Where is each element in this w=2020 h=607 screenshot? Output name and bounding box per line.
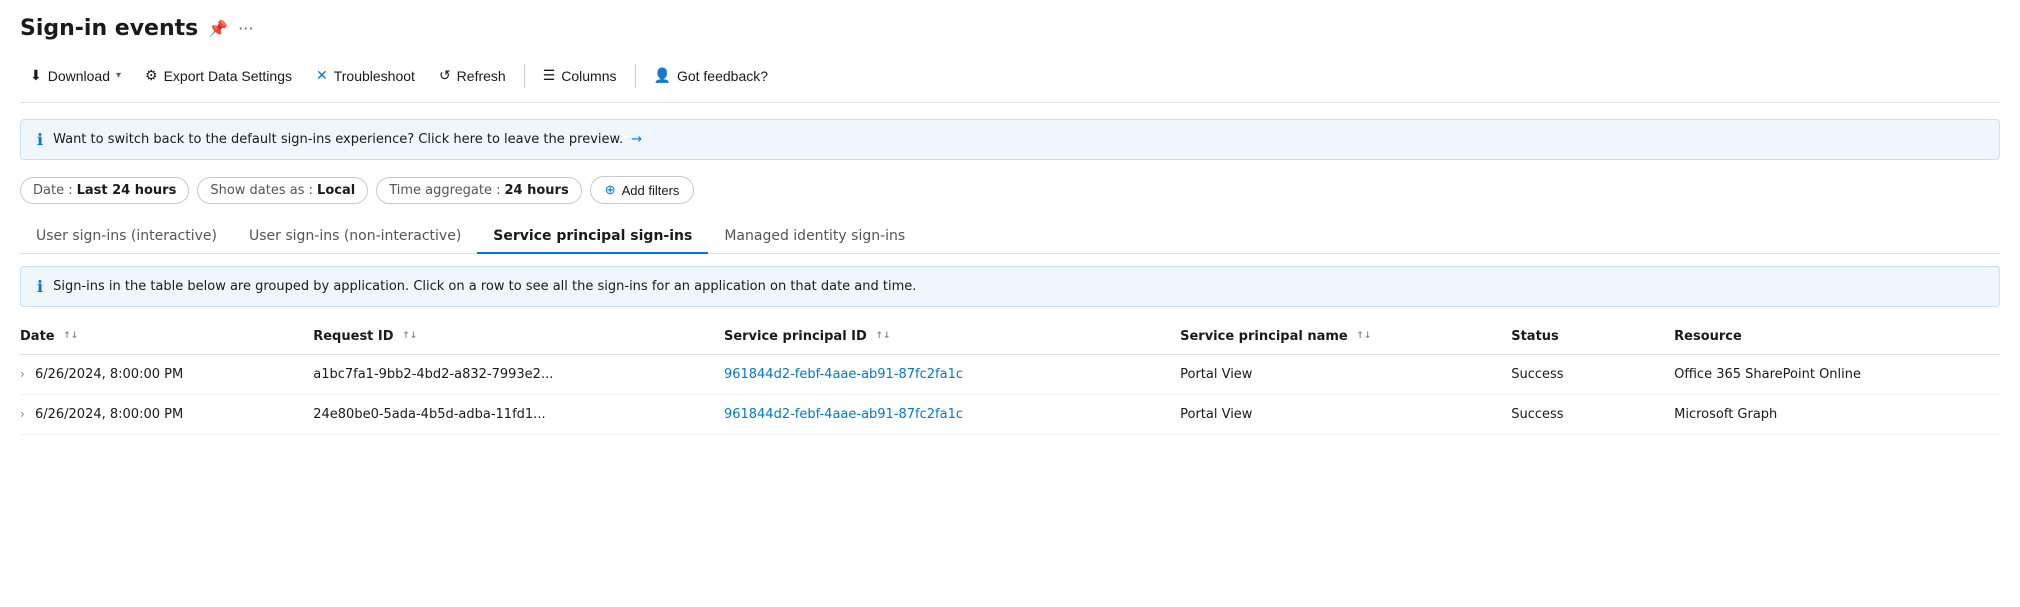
toolbar-divider xyxy=(524,64,525,88)
troubleshoot-icon: ✕ xyxy=(316,67,328,84)
cell-request-id: a1bc7fa1-9bb2-4bd2-a832-7993e2... xyxy=(313,355,724,395)
toolbar-divider-2 xyxy=(635,64,636,88)
page-title: Sign-in events xyxy=(20,16,198,41)
export-label: Export Data Settings xyxy=(164,68,292,84)
columns-label: Columns xyxy=(561,68,616,84)
cell-service-principal-name: Portal View xyxy=(1180,355,1511,395)
feedback-icon: 👤 xyxy=(654,67,671,84)
show-dates-filter-value: Local xyxy=(317,183,355,198)
show-dates-filter-chip[interactable]: Show dates as : Local xyxy=(197,177,368,204)
add-filters-button[interactable]: ⊕ Add filters xyxy=(590,176,695,204)
columns-button[interactable]: ☰ Columns xyxy=(533,61,627,90)
date-filter-value: Last 24 hours xyxy=(77,183,177,198)
download-button[interactable]: ⬇ Download ▾ xyxy=(20,61,131,90)
leave-preview-link[interactable]: → xyxy=(627,132,642,147)
th-date[interactable]: Date ↑↓ xyxy=(20,319,313,355)
time-aggregate-filter-value: 24 hours xyxy=(505,183,569,198)
service-principal-name-value: Portal View xyxy=(1180,367,1252,382)
filter-bar: Date : Last 24 hours Show dates as : Loc… xyxy=(20,176,2000,204)
pin-icon[interactable]: 📌 xyxy=(208,19,228,38)
tabs: User sign-ins (interactive) User sign-in… xyxy=(20,220,2000,254)
show-dates-filter-label: Show dates as : xyxy=(210,183,313,198)
tab-service-principal[interactable]: Service principal sign-ins xyxy=(477,220,708,254)
cell-resource: Microsoft Graph xyxy=(1674,395,2000,435)
date-filter-label: Date : xyxy=(33,183,73,198)
download-chevron: ▾ xyxy=(116,70,121,81)
date-value: 6/26/2024, 8:00:00 PM xyxy=(35,407,183,422)
expand-icon[interactable]: › xyxy=(20,367,25,381)
feedback-button[interactable]: 👤 Got feedback? xyxy=(644,61,779,90)
cell-date: › 6/26/2024, 8:00:00 PM xyxy=(20,395,313,435)
refresh-button[interactable]: ↺ Refresh xyxy=(429,61,516,90)
date-value: 6/26/2024, 8:00:00 PM xyxy=(35,367,183,382)
service-principal-id-link[interactable]: 961844d2-febf-4aae-ab91-87fc2fa1c xyxy=(724,407,963,422)
refresh-icon: ↺ xyxy=(439,67,451,84)
download-icon: ⬇ xyxy=(30,67,42,84)
expand-icon[interactable]: › xyxy=(20,407,25,421)
table-row[interactable]: › 6/26/2024, 8:00:00 PM 24e80be0-5ada-4b… xyxy=(20,395,2000,435)
th-service-principal-name[interactable]: Service principal name ↑↓ xyxy=(1180,319,1511,355)
th-service-principal-id[interactable]: Service principal ID ↑↓ xyxy=(724,319,1180,355)
cell-request-id: 24e80be0-5ada-4b5d-adba-11fd1... xyxy=(313,395,724,435)
troubleshoot-button[interactable]: ✕ Troubleshoot xyxy=(306,61,425,90)
cell-date: › 6/26/2024, 8:00:00 PM xyxy=(20,355,313,395)
service-principal-name-value: Portal View xyxy=(1180,407,1252,422)
page-header: Sign-in events 📌 ··· xyxy=(20,16,2000,41)
th-resource[interactable]: Resource xyxy=(1674,319,2000,355)
cell-service-principal-name: Portal View xyxy=(1180,395,1511,435)
tab-non-interactive[interactable]: User sign-ins (non-interactive) xyxy=(233,220,477,254)
arrow-icon: → xyxy=(631,132,642,147)
cell-resource: Office 365 SharePoint Online xyxy=(1674,355,2000,395)
cell-service-principal-id: 961844d2-febf-4aae-ab91-87fc2fa1c xyxy=(724,355,1180,395)
request-id-value: 24e80be0-5ada-4b5d-adba-11fd1... xyxy=(313,407,545,422)
columns-icon: ☰ xyxy=(543,67,556,84)
date-filter-chip[interactable]: Date : Last 24 hours xyxy=(20,177,189,204)
request-id-value: a1bc7fa1-9bb2-4bd2-a832-7993e2... xyxy=(313,367,553,382)
troubleshoot-label: Troubleshoot xyxy=(334,68,415,84)
info-icon: ℹ xyxy=(37,130,43,149)
download-label: Download xyxy=(48,68,110,84)
status-value: Success xyxy=(1511,407,1563,422)
cell-service-principal-id: 961844d2-febf-4aae-ab91-87fc2fa1c xyxy=(724,395,1180,435)
table-header-row: Date ↑↓ Request ID ↑↓ Service principal … xyxy=(20,319,2000,355)
more-options-icon[interactable]: ··· xyxy=(238,19,253,38)
add-filters-label: Add filters xyxy=(622,183,680,198)
resource-value: Office 365 SharePoint Online xyxy=(1674,367,1861,382)
export-data-settings-button[interactable]: ⚙ Export Data Settings xyxy=(135,61,302,90)
service-principal-id-link[interactable]: 961844d2-febf-4aae-ab91-87fc2fa1c xyxy=(724,367,963,382)
sort-reqid-icon: ↑↓ xyxy=(402,332,417,341)
cell-status: Success xyxy=(1511,355,1674,395)
tab-interactive[interactable]: User sign-ins (interactive) xyxy=(20,220,233,254)
export-icon: ⚙ xyxy=(145,67,158,84)
status-value: Success xyxy=(1511,367,1563,382)
time-aggregate-filter-chip[interactable]: Time aggregate : 24 hours xyxy=(376,177,582,204)
sort-spid-icon: ↑↓ xyxy=(875,332,890,341)
toolbar: ⬇ Download ▾ ⚙ Export Data Settings ✕ Tr… xyxy=(20,61,2000,103)
info-banner: ℹ Want to switch back to the default sig… xyxy=(20,119,2000,160)
time-aggregate-filter-label: Time aggregate : xyxy=(389,183,500,198)
sort-date-icon: ↑↓ xyxy=(63,332,78,341)
th-request-id[interactable]: Request ID ↑↓ xyxy=(313,319,724,355)
sign-in-table: Date ↑↓ Request ID ↑↓ Service principal … xyxy=(20,319,2000,435)
notice-banner-text: Sign-ins in the table below are grouped … xyxy=(53,279,916,294)
sort-spname-icon: ↑↓ xyxy=(1356,332,1371,341)
add-filters-icon: ⊕ xyxy=(605,182,616,198)
refresh-label: Refresh xyxy=(457,68,506,84)
tab-managed-identity[interactable]: Managed identity sign-ins xyxy=(708,220,921,254)
notice-banner: ℹ Sign-ins in the table below are groupe… xyxy=(20,266,2000,307)
info-banner-text: Want to switch back to the default sign-… xyxy=(53,132,642,147)
notice-info-icon: ℹ xyxy=(37,277,43,296)
feedback-label: Got feedback? xyxy=(677,68,768,84)
th-status[interactable]: Status xyxy=(1511,319,1674,355)
cell-status: Success xyxy=(1511,395,1674,435)
resource-value: Microsoft Graph xyxy=(1674,407,1777,422)
table-row[interactable]: › 6/26/2024, 8:00:00 PM a1bc7fa1-9bb2-4b… xyxy=(20,355,2000,395)
